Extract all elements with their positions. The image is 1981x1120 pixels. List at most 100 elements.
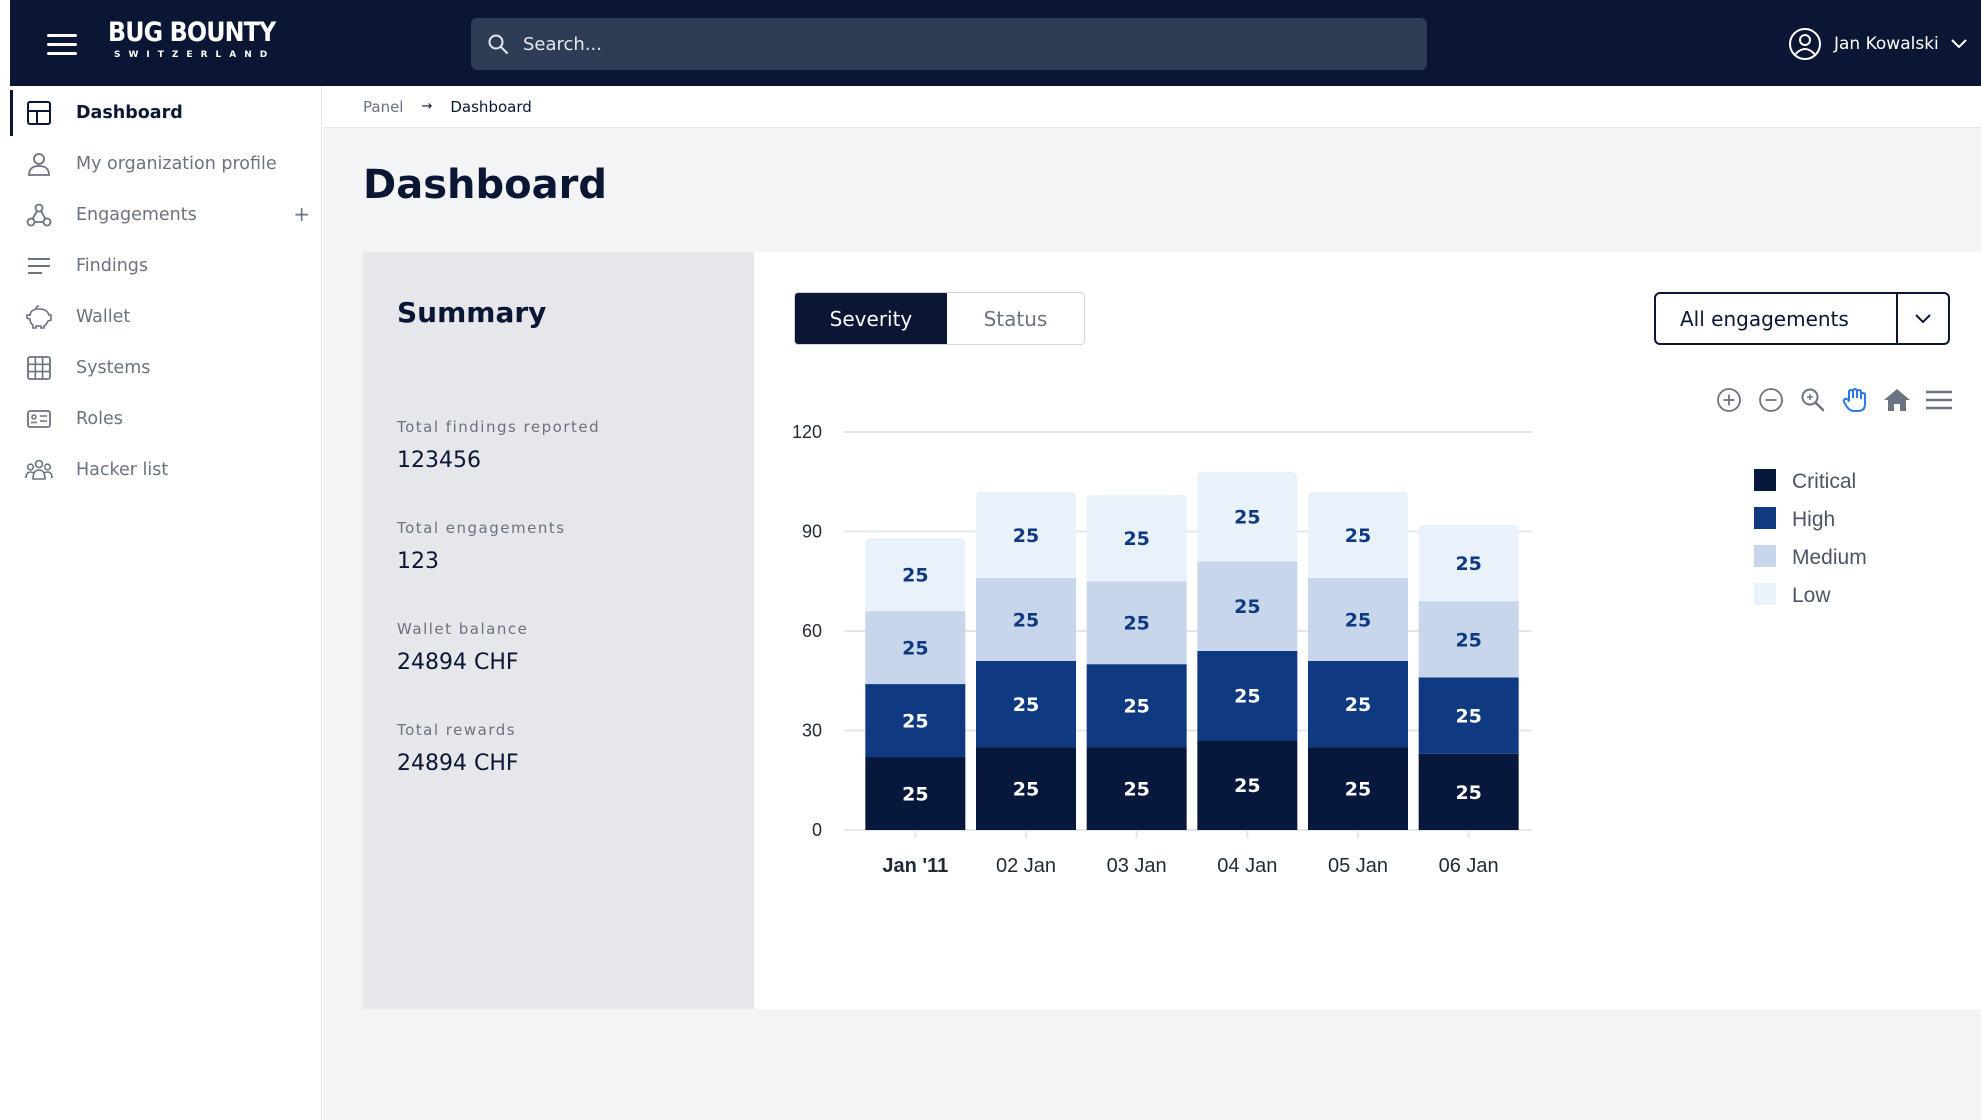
top-bar: BUG BOUNTY SWITZERLAND Jan Kowalski [10,0,1981,86]
legend-swatch-high [1754,507,1776,529]
zoom-out-icon[interactable] [1756,385,1786,415]
data-label: 25 [1455,782,1481,804]
stat-wallet-balance: Wallet balance 24894 CHF [397,620,737,675]
chart-card: Severity Status All engagements 0 30 60 90 1… [754,252,1981,1009]
menu-icon[interactable] [1924,385,1954,415]
stat-value: 123456 [397,448,481,473]
data-label: 25 [1013,694,1039,716]
legend-label: Low [1792,584,1831,607]
data-label: 25 [1123,613,1149,635]
sidebar-item-engagements[interactable]: Engagements + [10,192,322,238]
hamburger-menu-icon[interactable] [40,24,84,64]
sidebar-item-label: Roles [76,409,123,429]
severity-stacked-bar-chart: 0 30 60 90 120 25 25 25 25 Jan '11 25 25 25 25 02 Jan 2… [792,422,1867,877]
logo-subtext: SWITZERLAND [114,50,276,60]
tab-status[interactable]: Status [946,293,1084,344]
sidebar-item-wallet[interactable]: Wallet [10,294,322,340]
data-label: 25 [1123,696,1149,718]
data-label: 25 [902,784,928,806]
sidebar-item-label: Dashboard [76,103,183,123]
data-label: 25 [1234,775,1260,797]
data-label: 25 [1123,528,1149,550]
user-avatar-icon [1789,28,1821,60]
x-tick-label: 04 Jan [1217,855,1277,877]
data-label: 25 [1455,553,1481,575]
legend-swatch-medium [1754,545,1776,567]
x-tick-label: 02 Jan [996,855,1056,877]
user-name: Jan Kowalski [1834,34,1939,54]
id-card-icon [24,404,54,434]
search-input[interactable] [523,33,1403,55]
breadcrumb-arrow-icon: → [421,99,433,114]
logo-text: BUG BOUNTY [108,17,276,48]
sidebar-item-organization-profile[interactable]: My organization profile [10,141,322,187]
sidebar-item-findings[interactable]: Findings [10,243,322,289]
data-label: 25 [1345,525,1371,547]
y-tick-label: 0 [812,820,822,840]
y-tick-label: 120 [792,422,822,442]
breadcrumb-current: Dashboard [450,97,532,116]
sidebar-item-label: Engagements [76,205,197,225]
y-tick-label: 30 [802,721,822,741]
grid-icon [24,353,54,383]
main-content: Panel → Dashboard Dashboard Summary Tota… [323,86,1981,1120]
sidebar-item-label: My organization profile [76,154,277,174]
stat-label: Total engagements [397,519,566,537]
home-icon[interactable] [1882,385,1912,415]
stat-label: Wallet balance [397,620,529,638]
chevron-down-icon[interactable] [1896,294,1948,343]
sidebar-item-systems[interactable]: Systems [10,345,322,391]
stat-label: Total rewards [397,721,517,739]
users-group-icon [24,455,54,485]
sidebar: Dashboard My organization profile Engage… [10,86,322,1120]
engagements-dropdown[interactable]: All engagements [1654,292,1950,345]
list-icon [24,251,54,281]
data-label: 25 [902,638,928,660]
add-engagement-button[interactable]: + [293,201,310,227]
breadcrumb: Panel → Dashboard [323,86,1981,128]
search-bar[interactable] [471,18,1427,70]
data-label: 25 [1345,694,1371,716]
x-tick-label: Jan '11 [882,855,948,877]
legend-label: Medium [1792,546,1867,569]
user-menu[interactable]: Jan Kowalski [1788,26,1967,62]
hierarchy-icon [24,200,54,230]
sidebar-item-label: Wallet [76,307,131,327]
x-tick-label: 05 Jan [1328,855,1388,877]
sidebar-item-label: Hacker list [76,460,169,480]
magnifier-icon[interactable] [1798,385,1828,415]
legend-swatch-critical [1754,469,1776,491]
summary-panel: Summary Total findings reported 123456 T… [363,252,754,1009]
breadcrumb-link-panel[interactable]: Panel [363,98,403,116]
data-label: 25 [1123,779,1149,801]
sidebar-item-dashboard[interactable]: Dashboard [10,90,322,136]
zoom-in-icon[interactable] [1714,385,1744,415]
data-label: 25 [1234,507,1260,529]
stat-total-rewards: Total rewards 24894 CHF [397,721,737,776]
data-label: 25 [1345,609,1371,631]
legend-label: High [1792,508,1835,531]
layout-icon [24,98,54,128]
data-label: 25 [1455,706,1481,728]
logo[interactable]: BUG BOUNTY SWITZERLAND [108,18,278,68]
x-tick-label: 06 Jan [1439,855,1499,877]
user-icon [24,149,54,179]
view-toggle: Severity Status [794,292,1085,345]
y-tick-label: 90 [802,522,822,542]
chevron-down-icon [1951,39,1967,49]
window-edge [0,0,10,1120]
stat-total-findings: Total findings reported 123456 [397,418,737,473]
data-label: 25 [1234,686,1260,708]
pan-hand-icon[interactable] [1840,385,1870,415]
sidebar-item-roles[interactable]: Roles [10,396,322,442]
sidebar-item-label: Systems [76,358,151,378]
data-label: 25 [1234,596,1260,618]
data-label: 25 [902,711,928,733]
tab-severity[interactable]: Severity [795,293,947,344]
stat-value: 123 [397,549,439,574]
data-label: 25 [1013,525,1039,547]
engagements-dropdown-value: All engagements [1680,306,1849,331]
search-icon [488,34,508,54]
sidebar-item-hacker-list[interactable]: Hacker list [10,447,322,493]
legend-swatch-low [1754,583,1776,605]
